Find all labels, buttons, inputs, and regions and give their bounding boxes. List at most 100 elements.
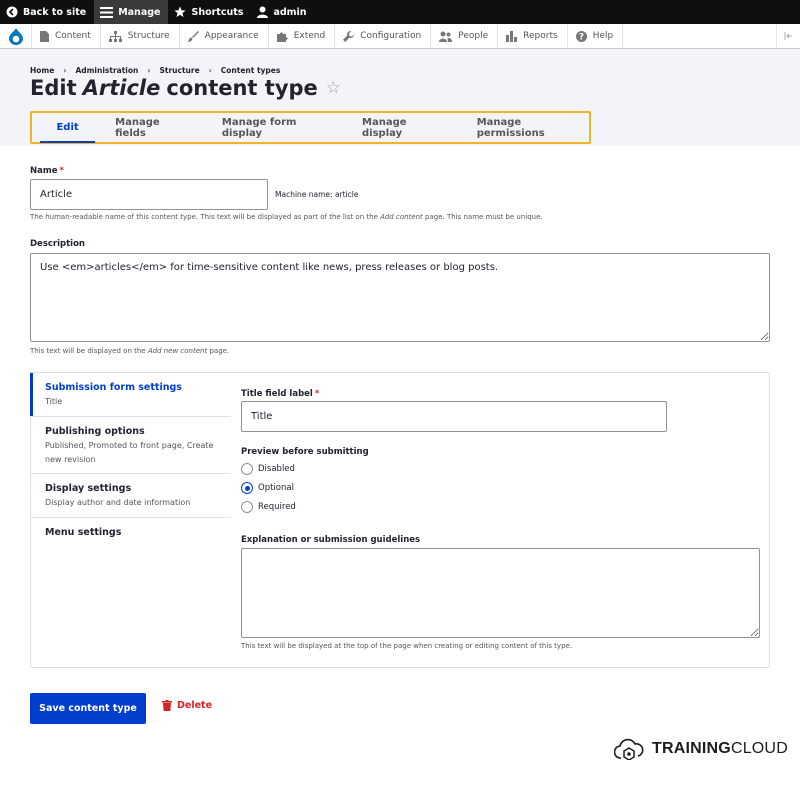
guidelines-textarea[interactable] <box>241 548 760 638</box>
breadcrumb-separator: › <box>208 66 212 75</box>
radio-required[interactable] <box>241 501 253 513</box>
page-title-suffix: content type <box>166 76 318 100</box>
menu-item-extend[interactable]: Extend <box>269 24 336 48</box>
brush-icon <box>187 30 199 42</box>
breadcrumb-link-content-types[interactable]: Content types <box>221 66 281 75</box>
back-to-site-link[interactable]: Back to site <box>0 0 94 24</box>
machine-name-text: Machine name: article <box>275 190 359 199</box>
admin-menu-tray: Content Structure Appearance Extend Conf… <box>0 24 800 49</box>
preview-label: Preview before submitting <box>241 447 369 457</box>
sitemap-icon <box>108 30 122 42</box>
star-icon <box>174 6 187 17</box>
help-text-part: page. <box>207 347 230 355</box>
menu-item-label: Structure <box>127 31 170 41</box>
delete-label: Delete <box>177 700 213 711</box>
description-help-text: This text will be displayed on the Add n… <box>30 347 229 355</box>
help-text-part: page. This name must be unique. <box>422 213 543 221</box>
vertical-tab-summary: Published, Promoted to front page, Creat… <box>45 441 214 464</box>
bar-chart-icon <box>506 30 518 42</box>
document-icon <box>40 30 49 42</box>
guidelines-label: Explanation or submission guidelines <box>241 535 421 545</box>
radio-optional[interactable] <box>241 482 253 494</box>
shortcuts-label: Shortcuts <box>191 6 244 18</box>
name-input[interactable] <box>30 179 268 210</box>
puzzle-icon <box>276 32 288 42</box>
tab-manage-fields[interactable]: Manage fields <box>101 113 196 142</box>
menu-item-content[interactable]: Content <box>32 24 101 48</box>
menu-item-label: Appearance <box>204 31 259 41</box>
vertical-tab-publishing-options[interactable]: Publishing options Published, Promoted t… <box>31 417 231 474</box>
primary-tabs: Edit Manage fields Manage form display M… <box>30 111 591 144</box>
radio-disabled[interactable] <box>241 463 253 475</box>
help-text-part: This text will be displayed on the <box>30 347 148 355</box>
tab-edit[interactable]: Edit <box>40 113 96 143</box>
vertical-tab-submission-form-settings[interactable]: Submission form settings Title <box>30 373 231 417</box>
name-help-text: The human-readable name of this content … <box>30 213 543 221</box>
brand-name-part1: TRAINING <box>652 740 731 757</box>
save-content-type-button[interactable]: Save content type <box>30 693 146 724</box>
preview-option-disabled[interactable]: Disabled <box>241 463 295 475</box>
page-title-prefix: Edit <box>30 76 77 100</box>
drupal-logo-icon[interactable] <box>0 24 32 48</box>
vertical-tab-title: Submission form settings <box>45 382 182 393</box>
breadcrumb-link-administration[interactable]: Administration <box>75 66 138 75</box>
menu-item-label: Extend <box>293 31 326 41</box>
trainingcloud-logo: TRAINING CLOUD <box>614 738 788 760</box>
user-label: admin <box>273 6 307 18</box>
user-icon <box>257 6 269 18</box>
tab-manage-display[interactable]: Manage display <box>348 113 451 142</box>
tab-manage-form-display[interactable]: Manage form display <box>208 113 336 142</box>
back-arrow-icon <box>6 6 18 18</box>
required-marker: * <box>59 166 64 176</box>
menu-item-help[interactable]: ? Help <box>568 24 624 48</box>
favorite-star-icon[interactable]: ☆ <box>326 78 341 98</box>
title-field-input[interactable] <box>241 401 667 432</box>
help-text-emphasis: Add new content <box>147 347 208 355</box>
cloud-logo-icon <box>614 738 644 760</box>
tray-orientation-toggle[interactable] <box>776 24 800 48</box>
menu-item-structure[interactable]: Structure <box>101 24 180 48</box>
menu-item-label: Reports <box>523 31 558 41</box>
preview-option-required[interactable]: Required <box>241 501 296 513</box>
hamburger-icon <box>100 6 114 18</box>
brand-name-part2: CLOUD <box>730 740 788 757</box>
name-field-label: Name * <box>30 166 64 176</box>
help-icon: ? <box>575 30 587 42</box>
back-to-site-label: Back to site <box>23 6 87 18</box>
required-marker: * <box>314 389 320 399</box>
description-textarea[interactable]: Use <em>articles</em> for time-sensitive… <box>30 253 770 342</box>
manage-tab[interactable]: Manage <box>94 0 169 24</box>
vertical-tab-menu-settings[interactable]: Menu settings <box>31 518 231 552</box>
radio-label: Required <box>258 502 296 512</box>
page-title-type-name: Article <box>82 76 161 100</box>
admin-toolbar: Back to site Manage Shortcuts admin <box>0 0 800 24</box>
breadcrumb-link-structure[interactable]: Structure <box>159 66 199 75</box>
name-label-text: Name <box>30 166 58 176</box>
title-field-label: Title field label * <box>241 389 319 399</box>
vertical-tab-panel-submission: Title field label* Preview before submit… <box>231 373 769 667</box>
collapse-icon <box>784 32 792 40</box>
menu-item-appearance[interactable]: Appearance <box>180 24 269 48</box>
tab-manage-permissions[interactable]: Manage permissions <box>463 113 589 142</box>
delete-link[interactable]: Delete <box>162 700 212 711</box>
vertical-tab-title: Menu settings <box>45 527 122 538</box>
menu-item-reports[interactable]: Reports <box>498 24 568 48</box>
breadcrumb: Home › Administration › Structure › Cont… <box>30 66 280 75</box>
menu-item-label: Help <box>592 31 614 41</box>
preview-option-optional[interactable]: Optional <box>241 482 294 494</box>
user-tab[interactable]: admin <box>251 0 314 24</box>
vertical-tabs: Submission form settings Title Publishin… <box>30 372 770 668</box>
radio-label: Optional <box>258 483 294 493</box>
breadcrumb-link-home[interactable]: Home <box>30 66 54 75</box>
menu-item-label: Configuration <box>360 31 422 41</box>
page-title: Edit Article content type ☆ <box>30 76 341 100</box>
menu-item-label: People <box>458 31 489 41</box>
shortcuts-tab[interactable]: Shortcuts <box>168 0 251 24</box>
vertical-tabs-menu: Submission form settings Title Publishin… <box>30 373 231 552</box>
help-text-emphasis: Add content <box>380 213 423 221</box>
menu-item-configuration[interactable]: Configuration <box>335 24 432 48</box>
menu-item-people[interactable]: People <box>431 24 499 48</box>
vertical-tab-display-settings[interactable]: Display settings Display author and date… <box>31 474 231 518</box>
vertical-tab-summary: Display author and date information <box>45 498 191 507</box>
wrench-icon <box>343 30 355 42</box>
